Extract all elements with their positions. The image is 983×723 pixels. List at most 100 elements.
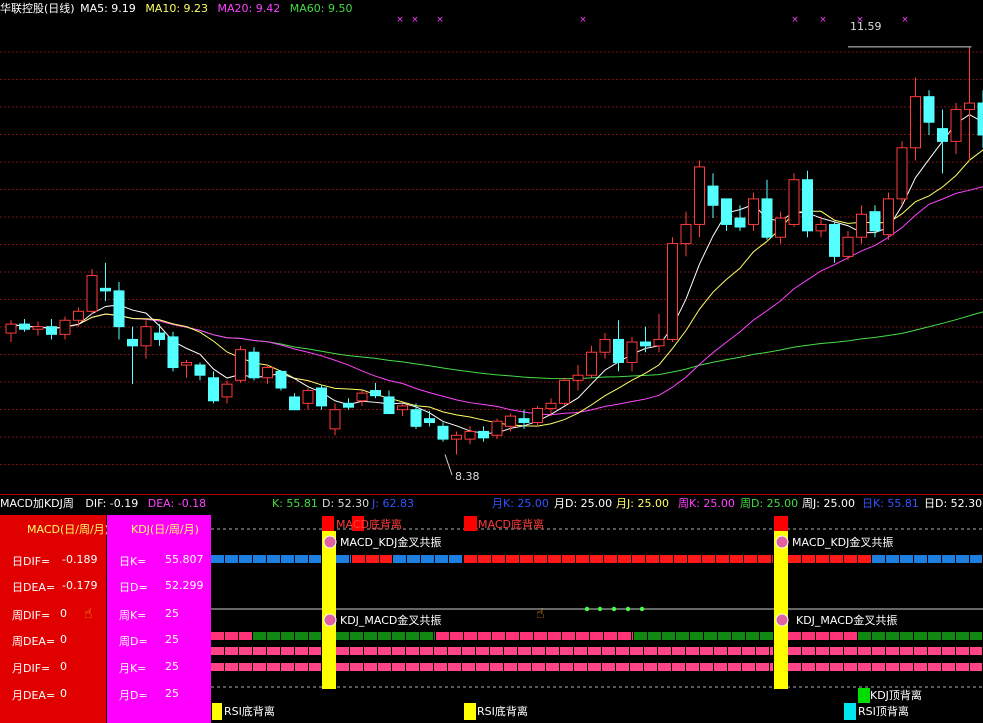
hand-cursor-icon: ☝ [84,606,93,622]
kdj-dot [611,606,617,612]
kdj-week-strip [956,647,969,655]
macd-day-strip [632,555,645,563]
signal-kdj-macd-resonance-2: KDJ_MACD金叉共振 [796,614,898,627]
kdj-row-value: 25 [165,687,179,700]
macd-day-strip [942,555,955,563]
kdj-day-strip [704,632,717,640]
candle-body [329,409,341,430]
kdj-month-strip [295,663,308,671]
kdj-day-strip [406,632,419,640]
candle-body [626,341,638,363]
macd-day-strip [914,555,927,563]
candle-body [505,415,516,427]
kdj-day-strip [802,632,815,640]
macd-day-strip [239,555,252,563]
kdj-month-strip [560,663,573,671]
signal-bar [774,531,788,689]
kdj-month-strip [267,663,280,671]
low-pointer [444,454,453,476]
signal-kdj-macd-resonance: KDJ_MACD金叉共振 [340,614,442,627]
candle [73,307,84,327]
kdj-day-strip [618,632,631,640]
kdj-dot [597,606,603,612]
price-chart: × × × × × × × × [0,15,983,495]
kdj-row-label: 日D= [119,581,148,594]
kdj-month-strip [802,663,815,671]
kdj-week-strip [672,647,685,655]
kdj-day-strip [648,632,661,640]
kdj-row-label: 周K= [119,609,147,622]
macd-day-strip [816,555,829,563]
kdj-week-strip [756,647,769,655]
kdj-week-strip [602,647,615,655]
candle [478,426,489,442]
kdj-week-strip [770,647,773,655]
macd-div-marker [774,516,788,531]
candle [829,221,840,263]
kdj-week-strip [448,647,461,655]
kdj-day-strip [309,632,321,640]
kdj-month-strip [504,663,517,671]
candle-body [194,364,206,376]
macd-row-value: -0.189 [62,553,98,566]
macd-day-strip [492,555,505,563]
kdj-month-strip [630,663,643,671]
candle [950,103,962,155]
kdj-month-strip [728,663,741,671]
kdj-week-strip [239,647,252,655]
candle [235,345,246,383]
kdj-month-strip [830,663,843,671]
kdj-week-strip [490,647,503,655]
candle-body [356,392,368,402]
kdj-day-strip [548,632,561,640]
candle [640,326,651,353]
kdj-month-strip [406,663,419,671]
candle [343,398,354,410]
kdj-week-strip [658,647,671,655]
macd-day-strip [435,555,448,563]
macd-day-strip [604,555,617,563]
signal-rsi-top: RSI顶背离 [858,705,909,718]
candle-body [19,323,30,330]
high-price-label: 11.59 [850,20,882,33]
candle [896,141,908,206]
macd-day-strip [702,555,715,563]
kdj-week-strip [378,647,391,655]
kdj-day-strip [436,632,449,640]
kdj-week-strip [253,647,266,655]
kdj-week-strip [364,647,377,655]
kdj-day-strip [746,632,759,640]
macd-day-strip [730,555,743,563]
signal-ball-icon [775,535,789,549]
macd-day-strip [309,555,321,563]
macd-day-strip [506,555,519,563]
candle [505,413,516,432]
macd-day-strip [534,555,547,563]
macd-day-strip [336,555,349,563]
candle [410,403,422,429]
signal-kdj-top: KDJ顶背离 [870,689,922,702]
candle [721,198,732,231]
macd-day-strip [548,555,561,563]
kdj-month-strip [644,663,657,671]
kdj-day-strip [662,632,675,640]
candle-body [950,108,962,142]
kdj-day-strip [364,632,377,640]
macd-day-strip [618,555,631,563]
candle [100,262,111,302]
candle [19,319,30,332]
macd-div-marker [464,516,477,531]
kdj-day-strip [914,632,927,640]
kdj-day-strip [604,632,617,640]
candle-body [478,430,489,439]
kdj-day-strip [450,632,463,640]
kdj-week-strip [886,647,899,655]
kdj-week-strip [532,647,545,655]
candle-body [856,213,867,238]
kdj-week-strip [630,647,643,655]
candle-body [653,338,665,347]
kdj-row-label: 周D= [119,635,148,648]
kdj-day-strip [928,632,941,640]
macd-day-strip [225,555,238,563]
candle [32,321,44,336]
